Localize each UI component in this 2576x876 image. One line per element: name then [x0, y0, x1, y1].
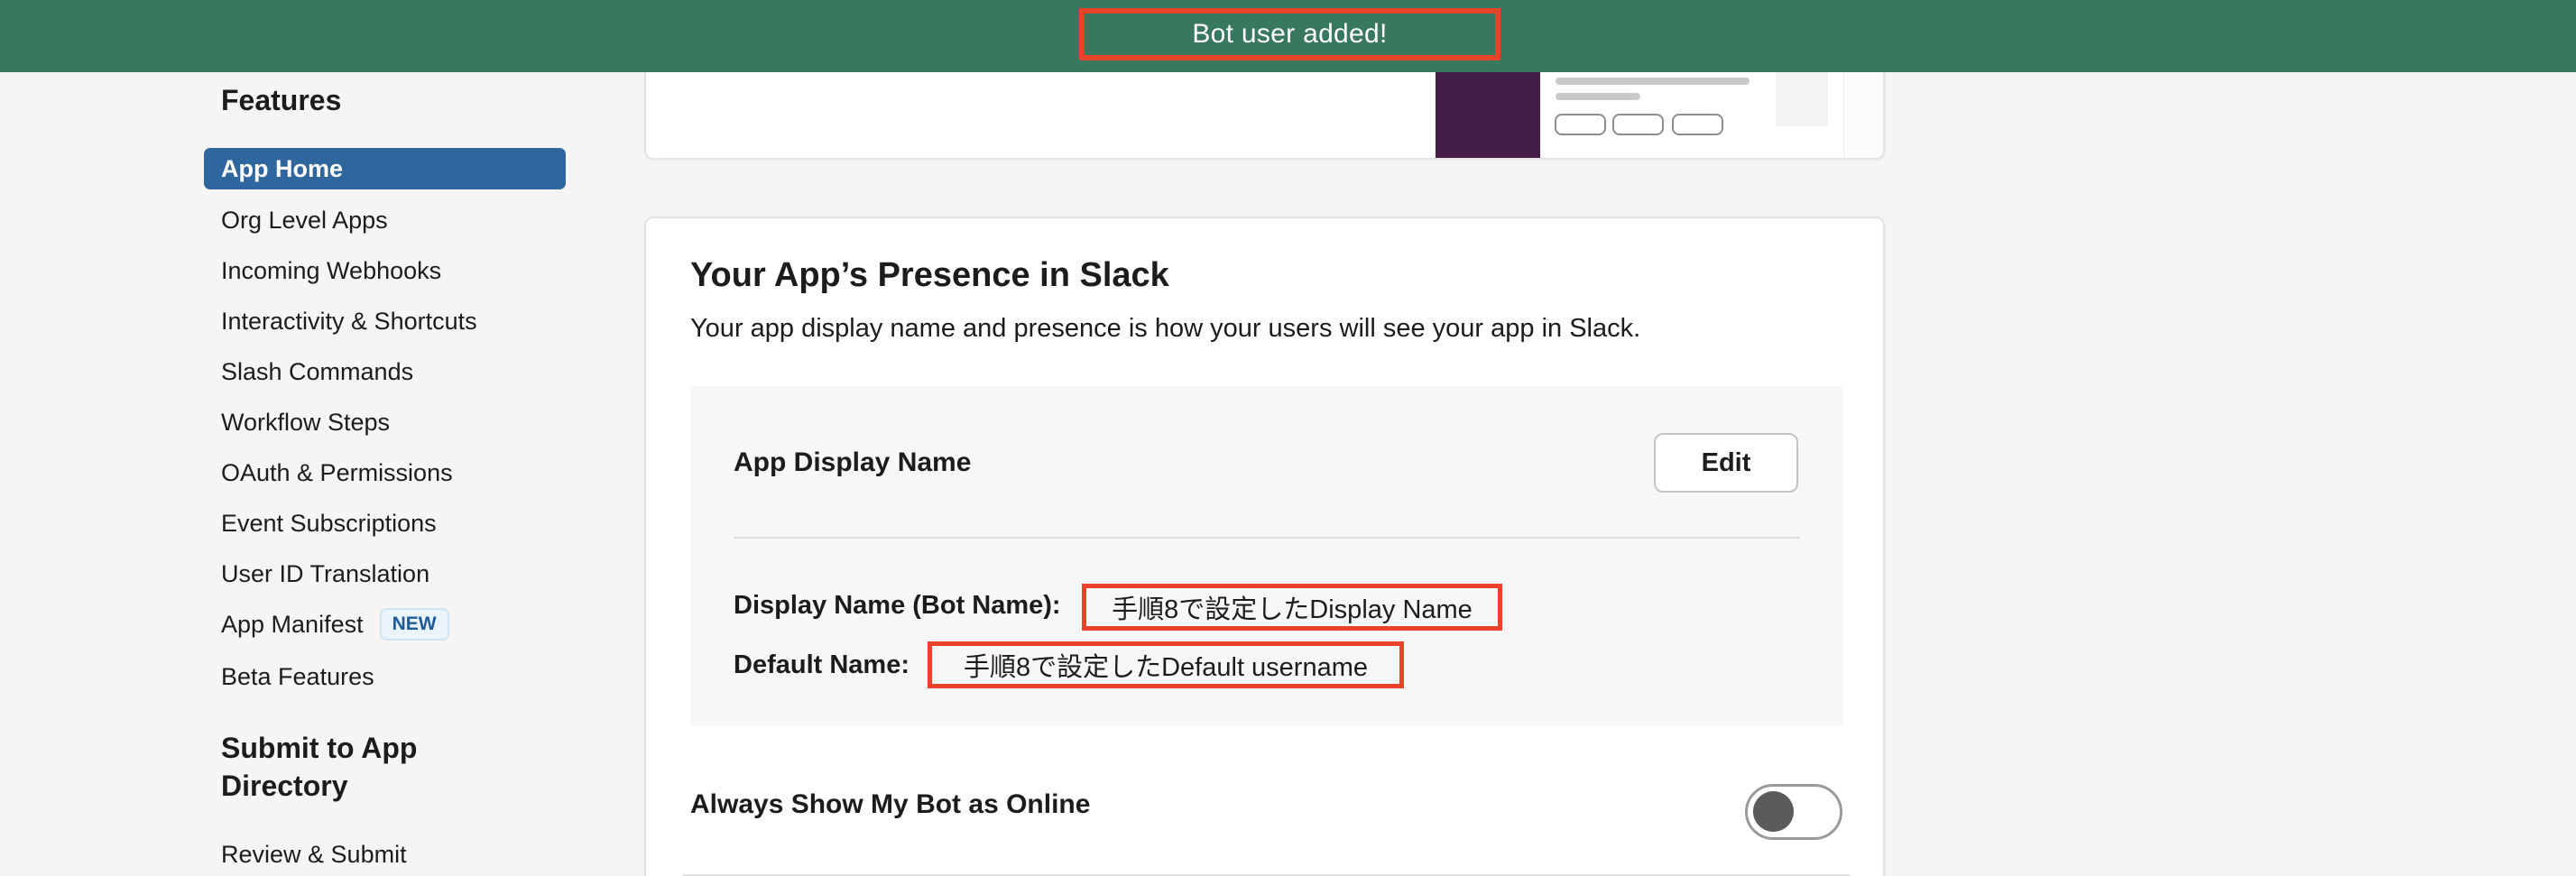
success-banner: Bot user added! — [0, 0, 2576, 72]
sidebar-item-label: Beta Features — [221, 663, 374, 691]
always-online-toggle[interactable] — [1745, 784, 1842, 840]
sidebar-item-workflow-steps[interactable]: Workflow Steps — [221, 397, 390, 447]
sidebar-item-label: Incoming Webhooks — [221, 257, 441, 285]
sidebar-item-label: Slash Commands — [221, 358, 413, 386]
app-home-preview-card — [644, 72, 1885, 160]
sidebar-item-label: OAuth & Permissions — [221, 459, 453, 487]
sidebar-heading-submit: Submit to App Directory — [221, 729, 474, 805]
preview-scroll-area — [1843, 72, 1885, 158]
banner-message: Bot user added! — [1192, 19, 1387, 50]
app-display-name-panel: App Display Name Edit Display Name (Bot … — [690, 386, 1843, 726]
sidebar-item-app-manifest[interactable]: App Manifest NEW — [221, 599, 449, 650]
default-name-value: 手順8で設定したDefault username — [964, 646, 1368, 684]
display-name-label: Display Name (Bot Name): — [734, 591, 1061, 621]
sidebar-item-label: Org Level Apps — [221, 207, 388, 235]
sidebar-item-oauth-permissions[interactable]: OAuth & Permissions — [221, 447, 453, 498]
sidebar-item-incoming-webhooks[interactable]: Incoming Webhooks — [221, 245, 441, 296]
sidebar-item-interactivity-shortcuts[interactable]: Interactivity & Shortcuts — [221, 296, 477, 346]
annotation-box-display-name: 手順8で設定したDisplay Name — [1082, 584, 1502, 631]
sidebar-item-label: Interactivity & Shortcuts — [221, 308, 477, 336]
sidebar-item-event-subscriptions[interactable]: Event Subscriptions — [221, 498, 437, 549]
sidebar-heading-features: Features — [221, 81, 341, 119]
always-online-label: Always Show My Bot as Online — [690, 789, 1090, 820]
sidebar-item-review-submit[interactable]: Review & Submit — [221, 829, 407, 876]
app-display-name-heading: App Display Name — [734, 447, 971, 478]
preview-button-1 — [1555, 114, 1606, 135]
sidebar-item-user-id-translation[interactable]: User ID Translation — [221, 549, 429, 599]
sidebar-item-org-level-apps[interactable]: Org Level Apps — [221, 195, 388, 245]
default-name-label: Default Name: — [734, 650, 909, 680]
edit-button-label: Edit — [1702, 448, 1751, 478]
sidebar-item-beta-features[interactable]: Beta Features — [221, 651, 374, 702]
annotation-box-default-name: 手順8で設定したDefault username — [928, 641, 1404, 688]
edit-button[interactable]: Edit — [1654, 433, 1798, 493]
preview-side-panel — [1776, 72, 1828, 126]
page: Bot user added! Features App Home Org Le… — [0, 0, 2576, 876]
sidebar-item-slash-commands[interactable]: Slash Commands — [221, 346, 413, 397]
sidebar-item-label: Review & Submit — [221, 841, 407, 869]
presence-subtitle: Your app display name and presence is ho… — [690, 314, 1640, 344]
presence-card: Your App’s Presence in Slack Your app di… — [644, 217, 1885, 876]
presence-title: Your App’s Presence in Slack — [690, 256, 1169, 295]
slack-sidebar-block — [1436, 72, 1540, 158]
preview-button-2 — [1612, 114, 1664, 135]
sidebar-item-label: App Home — [221, 155, 343, 183]
toggle-knob-icon — [1753, 791, 1794, 832]
new-badge: NEW — [380, 608, 449, 641]
display-name-value: 手順8で設定したDisplay Name — [1112, 588, 1473, 626]
sidebar-item-app-home[interactable]: App Home — [204, 148, 566, 189]
sidebar-item-label: Workflow Steps — [221, 409, 390, 437]
sidebar-item-label: User ID Translation — [221, 560, 429, 588]
sidebar-item-label: App Manifest — [221, 611, 364, 639]
skeleton-line-long — [1556, 78, 1750, 85]
skeleton-line-short — [1556, 93, 1640, 100]
annotation-box-banner: Bot user added! — [1079, 8, 1500, 60]
preview-button-3 — [1672, 114, 1723, 135]
divider — [734, 537, 1800, 539]
sidebar-item-label: Event Subscriptions — [221, 510, 437, 538]
